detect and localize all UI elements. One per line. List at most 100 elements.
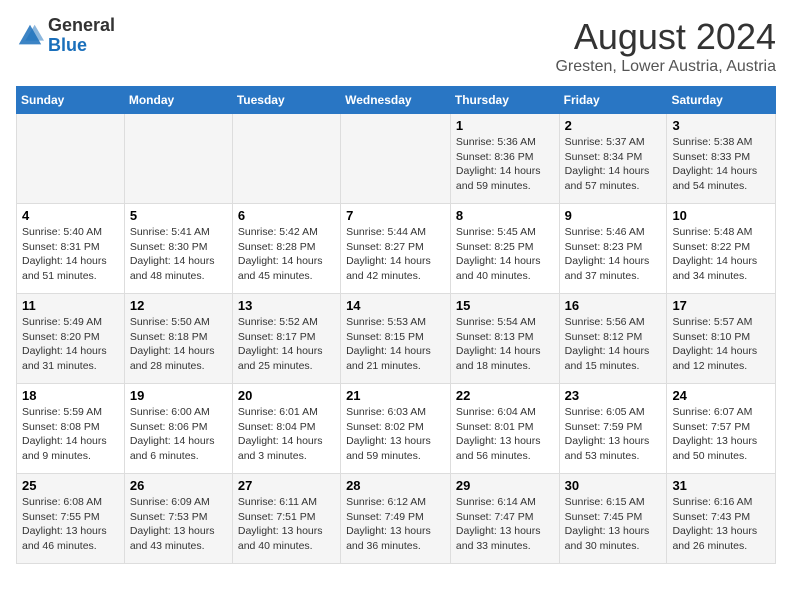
day-info: Sunrise: 6:16 AMSunset: 7:43 PMDaylight:… — [672, 495, 770, 554]
calendar-week-2: 4 Sunrise: 5:40 AMSunset: 8:31 PMDaylight… — [17, 204, 776, 294]
calendar-cell: 24 Sunrise: 6:07 AMSunset: 7:57 PMDayligh… — [667, 384, 776, 474]
logo: General Blue — [16, 16, 115, 56]
day-number: 6 — [238, 208, 335, 223]
day-info: Sunrise: 5:44 AMSunset: 8:27 PMDaylight:… — [346, 225, 445, 284]
calendar-cell: 6 Sunrise: 5:42 AMSunset: 8:28 PMDaylight… — [232, 204, 340, 294]
day-info: Sunrise: 5:41 AMSunset: 8:30 PMDaylight:… — [130, 225, 227, 284]
day-number: 24 — [672, 388, 770, 403]
weekday-header-tuesday: Tuesday — [232, 87, 340, 114]
calendar-cell: 13 Sunrise: 5:52 AMSunset: 8:17 PMDayligh… — [232, 294, 340, 384]
day-info: Sunrise: 6:12 AMSunset: 7:49 PMDaylight:… — [346, 495, 445, 554]
day-info: Sunrise: 6:04 AMSunset: 8:01 PMDaylight:… — [456, 405, 554, 464]
calendar-cell — [17, 114, 125, 204]
day-info: Sunrise: 5:57 AMSunset: 8:10 PMDaylight:… — [672, 315, 770, 374]
day-info: Sunrise: 6:01 AMSunset: 8:04 PMDaylight:… — [238, 405, 335, 464]
day-number: 2 — [565, 118, 662, 133]
day-number: 16 — [565, 298, 662, 313]
weekday-header-row: SundayMondayTuesdayWednesdayThursdayFrid… — [17, 87, 776, 114]
day-number: 1 — [456, 118, 554, 133]
weekday-header-saturday: Saturday — [667, 87, 776, 114]
day-info: Sunrise: 6:00 AMSunset: 8:06 PMDaylight:… — [130, 405, 227, 464]
calendar-cell: 11 Sunrise: 5:49 AMSunset: 8:20 PMDayligh… — [17, 294, 125, 384]
day-info: Sunrise: 6:05 AMSunset: 7:59 PMDaylight:… — [565, 405, 662, 464]
day-number: 19 — [130, 388, 227, 403]
calendar-week-3: 11 Sunrise: 5:49 AMSunset: 8:20 PMDayligh… — [17, 294, 776, 384]
day-number: 5 — [130, 208, 227, 223]
calendar-cell: 17 Sunrise: 5:57 AMSunset: 8:10 PMDayligh… — [667, 294, 776, 384]
day-number: 17 — [672, 298, 770, 313]
calendar-cell: 16Sunrise: 5:56 AMSunset: 8:12 PMDayligh… — [559, 294, 667, 384]
calendar-cell: 31Sunrise: 6:16 AMSunset: 7:43 PMDayligh… — [667, 474, 776, 564]
calendar-cell: 14 Sunrise: 5:53 AMSunset: 8:15 PMDayligh… — [341, 294, 451, 384]
day-number: 7 — [346, 208, 445, 223]
day-number: 21 — [346, 388, 445, 403]
day-number: 14 — [346, 298, 445, 313]
calendar-cell — [232, 114, 340, 204]
calendar-cell: 5 Sunrise: 5:41 AMSunset: 8:30 PMDaylight… — [124, 204, 232, 294]
calendar-cell: 29 Sunrise: 6:14 AMSunset: 7:47 PMDayligh… — [450, 474, 559, 564]
calendar-cell: 15 Sunrise: 5:54 AMSunset: 8:13 PMDayligh… — [450, 294, 559, 384]
logo-blue-text: Blue — [48, 36, 115, 56]
day-info: Sunrise: 6:08 AMSunset: 7:55 PMDaylight:… — [22, 495, 119, 554]
day-number: 28 — [346, 478, 445, 493]
calendar-cell: 27Sunrise: 6:11 AMSunset: 7:51 PMDayligh… — [232, 474, 340, 564]
day-info: Sunrise: 5:37 AMSunset: 8:34 PMDaylight:… — [565, 135, 662, 194]
page-header: General Blue August 2024 Gresten, Lower … — [16, 16, 776, 76]
day-number: 12 — [130, 298, 227, 313]
day-number: 11 — [22, 298, 119, 313]
day-info: Sunrise: 5:54 AMSunset: 8:13 PMDaylight:… — [456, 315, 554, 374]
weekday-header-monday: Monday — [124, 87, 232, 114]
calendar-cell — [124, 114, 232, 204]
calendar-cell: 8 Sunrise: 5:45 AMSunset: 8:25 PMDaylight… — [450, 204, 559, 294]
day-number: 22 — [456, 388, 554, 403]
day-number: 27 — [238, 478, 335, 493]
day-number: 20 — [238, 388, 335, 403]
day-info: Sunrise: 6:14 AMSunset: 7:47 PMDaylight:… — [456, 495, 554, 554]
day-info: Sunrise: 5:45 AMSunset: 8:25 PMDaylight:… — [456, 225, 554, 284]
day-number: 10 — [672, 208, 770, 223]
day-info: Sunrise: 5:49 AMSunset: 8:20 PMDaylight:… — [22, 315, 119, 374]
day-info: Sunrise: 5:50 AMSunset: 8:18 PMDaylight:… — [130, 315, 227, 374]
day-info: Sunrise: 5:42 AMSunset: 8:28 PMDaylight:… — [238, 225, 335, 284]
day-number: 9 — [565, 208, 662, 223]
day-info: Sunrise: 5:53 AMSunset: 8:15 PMDaylight:… — [346, 315, 445, 374]
calendar-cell: 22 Sunrise: 6:04 AMSunset: 8:01 PMDayligh… — [450, 384, 559, 474]
calendar-cell: 21 Sunrise: 6:03 AMSunset: 8:02 PMDayligh… — [341, 384, 451, 474]
day-info: Sunrise: 5:52 AMSunset: 8:17 PMDaylight:… — [238, 315, 335, 374]
day-info: Sunrise: 5:59 AMSunset: 8:08 PMDaylight:… — [22, 405, 119, 464]
calendar-cell: 3Sunrise: 5:38 AMSunset: 8:33 PMDaylight… — [667, 114, 776, 204]
logo-icon — [16, 22, 44, 50]
day-info: Sunrise: 6:03 AMSunset: 8:02 PMDaylight:… — [346, 405, 445, 464]
title-block: August 2024 Gresten, Lower Austria, Aust… — [555, 16, 776, 76]
calendar-cell: 19 Sunrise: 6:00 AMSunset: 8:06 PMDayligh… — [124, 384, 232, 474]
calendar-cell: 2 Sunrise: 5:37 AMSunset: 8:34 PMDaylight… — [559, 114, 667, 204]
day-info: Sunrise: 5:48 AMSunset: 8:22 PMDaylight:… — [672, 225, 770, 284]
day-info: Sunrise: 6:09 AMSunset: 7:53 PMDaylight:… — [130, 495, 227, 554]
calendar-subtitle: Gresten, Lower Austria, Austria — [555, 58, 776, 76]
day-number: 23 — [565, 388, 662, 403]
calendar-week-1: 1 Sunrise: 5:36 AMSunset: 8:36 PMDaylight… — [17, 114, 776, 204]
weekday-header-sunday: Sunday — [17, 87, 125, 114]
calendar-cell: 10 Sunrise: 5:48 AMSunset: 8:22 PMDayligh… — [667, 204, 776, 294]
day-number: 13 — [238, 298, 335, 313]
day-number: 4 — [22, 208, 119, 223]
day-number: 15 — [456, 298, 554, 313]
calendar-week-5: 25Sunrise: 6:08 AMSunset: 7:55 PMDayligh… — [17, 474, 776, 564]
day-info: Sunrise: 5:36 AMSunset: 8:36 PMDaylight:… — [456, 135, 554, 194]
day-number: 30 — [565, 478, 662, 493]
calendar-cell: 23 Sunrise: 6:05 AMSunset: 7:59 PMDayligh… — [559, 384, 667, 474]
calendar-cell: 26Sunrise: 6:09 AMSunset: 7:53 PMDayligh… — [124, 474, 232, 564]
calendar-cell — [341, 114, 451, 204]
day-info: Sunrise: 6:07 AMSunset: 7:57 PMDaylight:… — [672, 405, 770, 464]
calendar-cell: 28 Sunrise: 6:12 AMSunset: 7:49 PMDayligh… — [341, 474, 451, 564]
weekday-header-thursday: Thursday — [450, 87, 559, 114]
day-number: 8 — [456, 208, 554, 223]
day-number: 29 — [456, 478, 554, 493]
calendar-cell: 25Sunrise: 6:08 AMSunset: 7:55 PMDayligh… — [17, 474, 125, 564]
calendar-cell: 4 Sunrise: 5:40 AMSunset: 8:31 PMDaylight… — [17, 204, 125, 294]
calendar-title: August 2024 — [555, 16, 776, 58]
day-info: Sunrise: 5:46 AMSunset: 8:23 PMDaylight:… — [565, 225, 662, 284]
calendar-cell: 30Sunrise: 6:15 AMSunset: 7:45 PMDayligh… — [559, 474, 667, 564]
calendar-cell: 7 Sunrise: 5:44 AMSunset: 8:27 PMDaylight… — [341, 204, 451, 294]
day-info: Sunrise: 5:40 AMSunset: 8:31 PMDaylight:… — [22, 225, 119, 284]
